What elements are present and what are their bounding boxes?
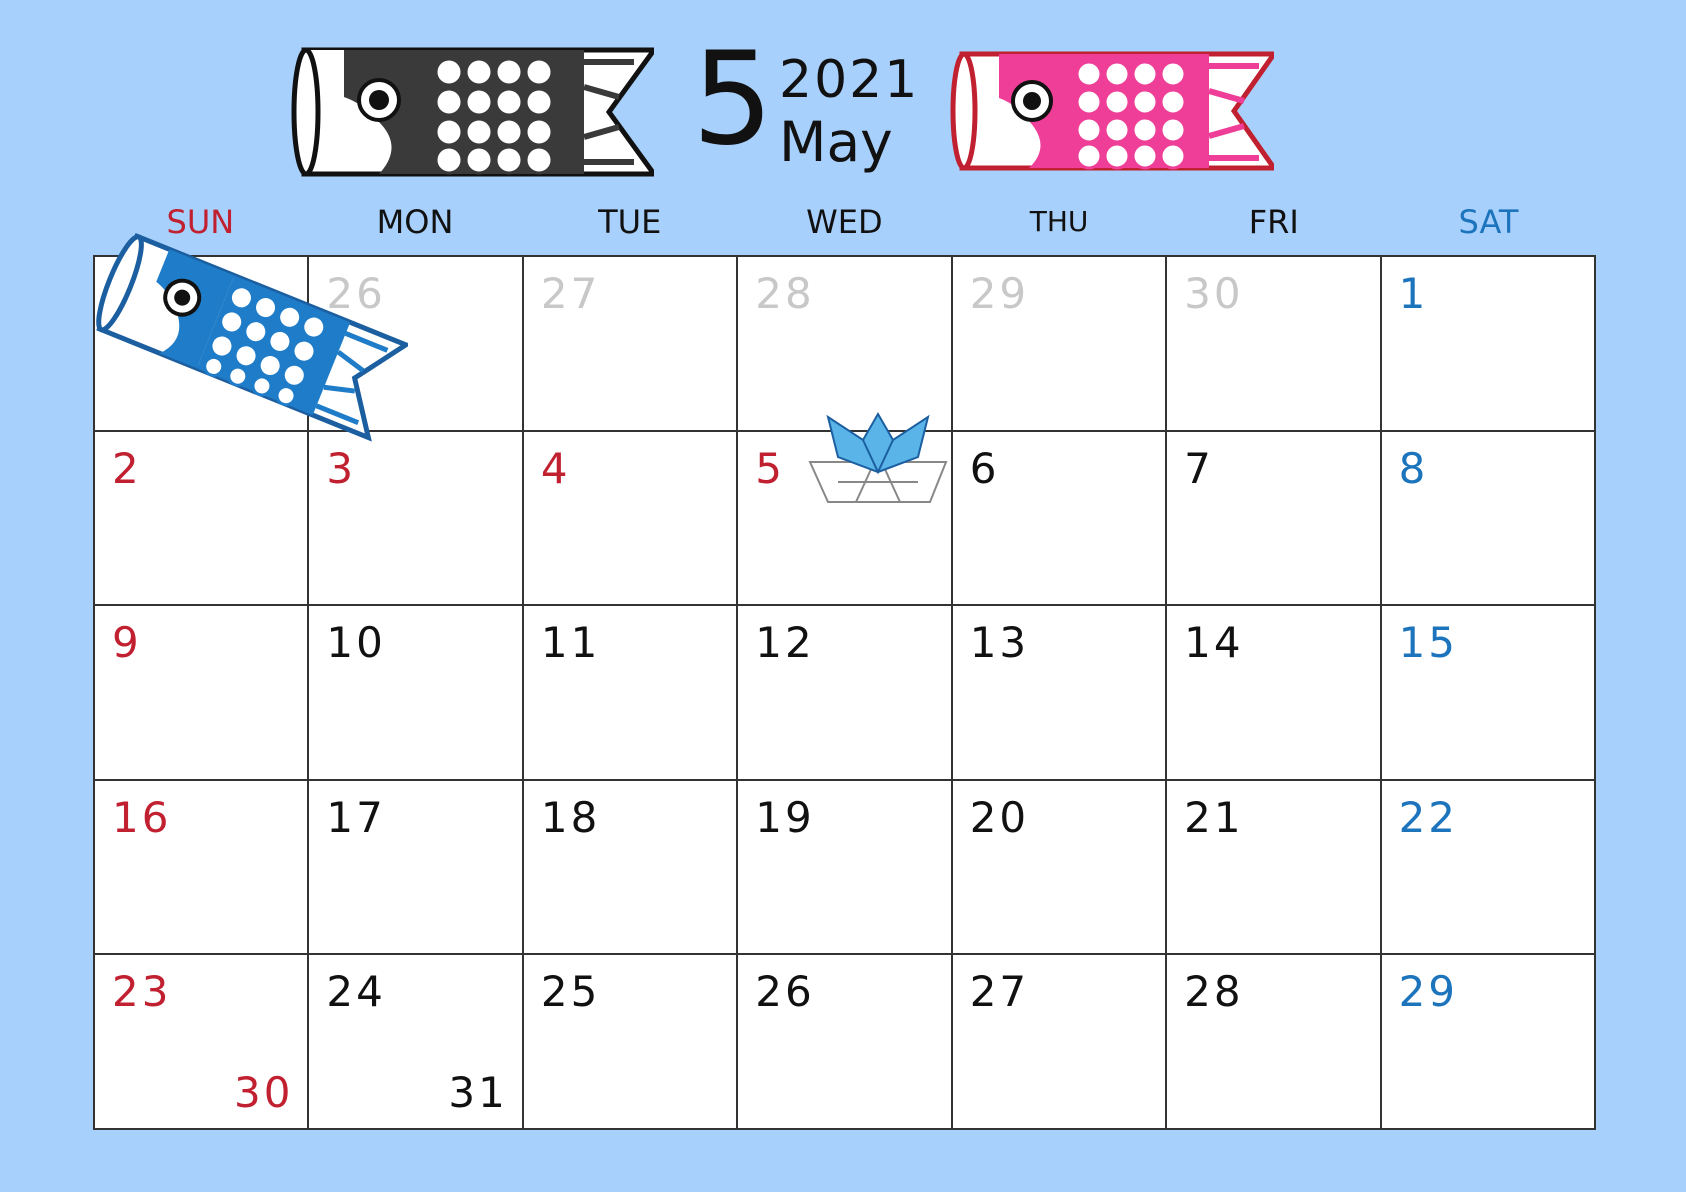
day-cell[interactable]: 1	[1381, 257, 1596, 432]
day-cell[interactable]: 6	[952, 431, 1168, 607]
day-number: 12	[755, 618, 815, 668]
day-number: 1	[1398, 269, 1429, 318]
day-cell[interactable]: 4	[523, 431, 739, 607]
day-number: 26	[755, 967, 815, 1017]
month-number: 5	[692, 25, 774, 174]
day-cell[interactable]: 21	[1167, 780, 1382, 956]
day-cell[interactable]: 19	[738, 780, 953, 956]
day-cell[interactable]: 13	[952, 606, 1168, 781]
kabuto-origami-icon	[808, 412, 948, 503]
day-cell[interactable]: 28	[1167, 955, 1382, 1130]
day-number: 5	[755, 443, 786, 493]
day-cell[interactable]: 14	[1167, 606, 1382, 781]
koinobori-black-icon	[291, 47, 654, 177]
day-cell[interactable]: 30	[1167, 257, 1382, 432]
day-number: 21	[1184, 792, 1244, 842]
day-cell[interactable]: 10	[309, 606, 524, 781]
day-number: 16	[112, 792, 172, 842]
day-cell[interactable]: 25	[523, 955, 739, 1130]
koinobori-pink-icon	[950, 51, 1274, 171]
day-number: 28	[755, 269, 815, 318]
day-number: 7	[1184, 443, 1214, 493]
day-number: 10	[326, 618, 386, 668]
day-number: 27	[540, 269, 601, 318]
day-number: 28	[1184, 967, 1244, 1017]
day-number: 13	[969, 618, 1030, 668]
day-number: 18	[540, 792, 601, 842]
day-cell[interactable]: 26	[738, 955, 953, 1130]
day-number: 27	[969, 967, 1030, 1017]
day-number: 29	[1398, 967, 1459, 1017]
weekday-label: THU	[1029, 205, 1089, 238]
day-number: 30	[1184, 269, 1244, 318]
day-number: 11	[540, 618, 601, 668]
koinobori-blue-icon	[96, 232, 408, 442]
day-cell[interactable]: 3	[309, 431, 524, 607]
day-cell[interactable]: 23 30	[95, 955, 310, 1130]
day-cell[interactable]: 29	[952, 257, 1168, 432]
month-name: May	[779, 110, 893, 174]
day-number: 23	[112, 967, 172, 1017]
day-number: 3	[326, 443, 357, 493]
day-number: 14	[1184, 618, 1244, 668]
day-number: 15	[1398, 618, 1459, 668]
day-cell[interactable]: 29	[1381, 955, 1596, 1130]
day-number: 24	[326, 967, 386, 1017]
day-number: 8	[1398, 443, 1429, 493]
day-cell[interactable]: 11	[523, 606, 739, 781]
weekday-label: TUE	[598, 203, 662, 241]
weekday-label: WED	[806, 203, 883, 241]
day-cell[interactable]: 9	[95, 606, 310, 781]
day-cell[interactable]: 28	[738, 257, 953, 432]
day-cell[interactable]: 15	[1381, 606, 1596, 781]
day-number-overflow: 30	[233, 1068, 294, 1117]
day-cell[interactable]: 20	[952, 780, 1168, 956]
day-cell[interactable]: 2	[95, 431, 310, 607]
day-number: 4	[540, 443, 571, 493]
weekday-label: FRI	[1248, 203, 1299, 241]
day-number: 22	[1398, 792, 1459, 842]
day-number: 29	[969, 269, 1030, 318]
day-cell[interactable]: 24 31	[309, 955, 524, 1130]
calendar-page: 5 2021 May SUN MON TUE WED THU FRI SAT 2…	[0, 0, 1686, 1192]
day-cell[interactable]: 22	[1381, 780, 1596, 956]
weekday-label: SAT	[1458, 203, 1519, 241]
day-number: 17	[326, 792, 386, 842]
day-cell[interactable]: 8	[1381, 431, 1596, 607]
day-cell[interactable]: 16	[95, 780, 310, 956]
day-number: 20	[969, 792, 1030, 842]
day-cell[interactable]: 18	[523, 780, 739, 956]
day-number: 19	[755, 792, 815, 842]
day-cell[interactable]: 27	[952, 955, 1168, 1130]
day-number: 25	[540, 967, 601, 1017]
day-cell[interactable]: 12	[738, 606, 953, 781]
day-number: 6	[969, 443, 1000, 493]
day-cell[interactable]: 7	[1167, 431, 1382, 607]
day-number-overflow: 31	[448, 1068, 508, 1117]
day-number: 2	[112, 443, 142, 493]
day-number: 9	[112, 618, 142, 668]
day-cell[interactable]: 27	[523, 257, 739, 432]
day-cell[interactable]: 17	[309, 780, 524, 956]
year-label: 2021	[779, 50, 920, 110]
